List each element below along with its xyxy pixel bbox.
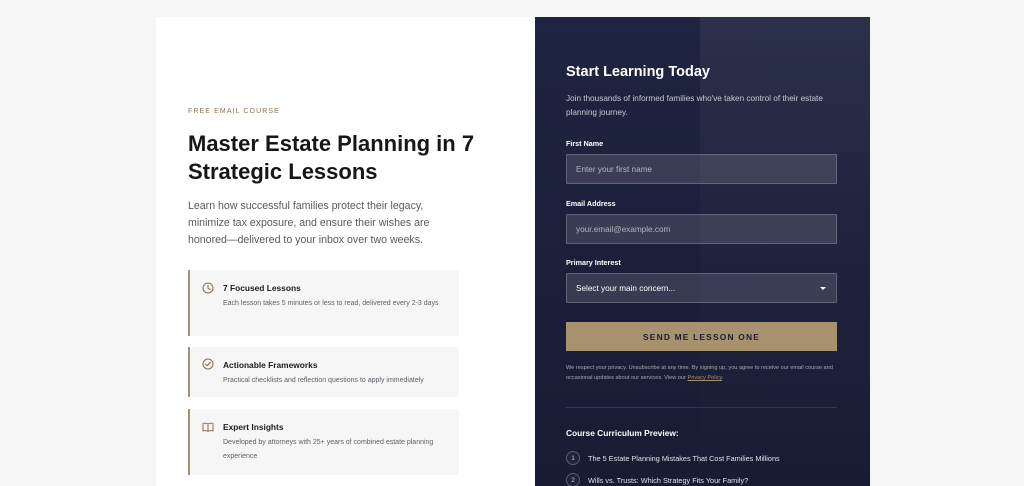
feature-title: Actionable Frameworks xyxy=(223,360,318,370)
chevron-down-icon xyxy=(820,286,826,290)
form-title: Start Learning Today xyxy=(566,64,710,80)
lesson-number-badge: 2 xyxy=(566,473,580,486)
feature-card-frameworks: Actionable Frameworks Practical checklis… xyxy=(188,347,459,397)
send-lesson-button[interactable]: SEND ME LESSON ONE xyxy=(566,322,837,351)
signup-form-panel: Start Learning Today Join thousands of i… xyxy=(535,17,870,486)
panel-sheen xyxy=(700,17,870,486)
intro-description: Learn how successful families protect th… xyxy=(188,200,430,246)
privacy-end: . xyxy=(721,375,724,381)
email-label: Email Address xyxy=(566,199,616,208)
first-name-label: First Name xyxy=(566,139,604,148)
first-name-input[interactable] xyxy=(566,154,837,184)
curriculum-item: 2 Wills vs. Trusts: Which Strategy Fits … xyxy=(566,472,748,486)
eyebrow-label: FREE EMAIL COURSE xyxy=(188,108,280,115)
feature-description: Developed by attorneys with 25+ years of… xyxy=(223,439,434,460)
privacy-policy-link[interactable]: Privacy Policy xyxy=(687,375,721,381)
email-input[interactable] xyxy=(566,214,837,244)
primary-interest-select[interactable]: Select your main concern... xyxy=(566,273,837,303)
privacy-notice: We respect your privacy. Unsubscribe at … xyxy=(566,363,837,383)
form-subtitle: Join thousands of informed families who'… xyxy=(566,94,823,117)
curriculum-title: Course Curriculum Preview: xyxy=(566,428,679,438)
select-value: Select your main concern... xyxy=(576,283,676,293)
book-icon xyxy=(202,422,214,432)
feature-description: Each lesson takes 5 minutes or less to r… xyxy=(223,300,439,307)
feature-card-insights: Expert Insights Developed by attorneys w… xyxy=(188,409,459,475)
check-circle-icon xyxy=(202,358,214,370)
feature-description: Practical checklists and reflection ques… xyxy=(223,377,424,384)
feature-title: Expert Insights xyxy=(223,422,284,432)
lesson-number-badge: 1 xyxy=(566,451,580,465)
feature-title: 7 Focused Lessons xyxy=(223,283,301,293)
interest-label: Primary Interest xyxy=(566,258,621,267)
lesson-title: Wills vs. Trusts: Which Strategy Fits Yo… xyxy=(588,475,749,485)
clock-icon xyxy=(202,282,214,294)
section-divider xyxy=(566,407,837,408)
page-canvas: FREE EMAIL COURSE Master Estate Planning… xyxy=(0,0,1024,486)
curriculum-item: 1 The 5 Estate Planning Mistakes That Co… xyxy=(566,450,780,466)
feature-card-lessons: 7 Focused Lessons Each lesson takes 5 mi… xyxy=(188,270,459,336)
course-intro-panel: FREE EMAIL COURSE Master Estate Planning… xyxy=(156,17,535,486)
lesson-title: The 5 Estate Planning Mistakes That Cost… xyxy=(588,453,780,463)
page-headline: Master Estate Planning in 7 Strategic Le… xyxy=(188,131,475,184)
